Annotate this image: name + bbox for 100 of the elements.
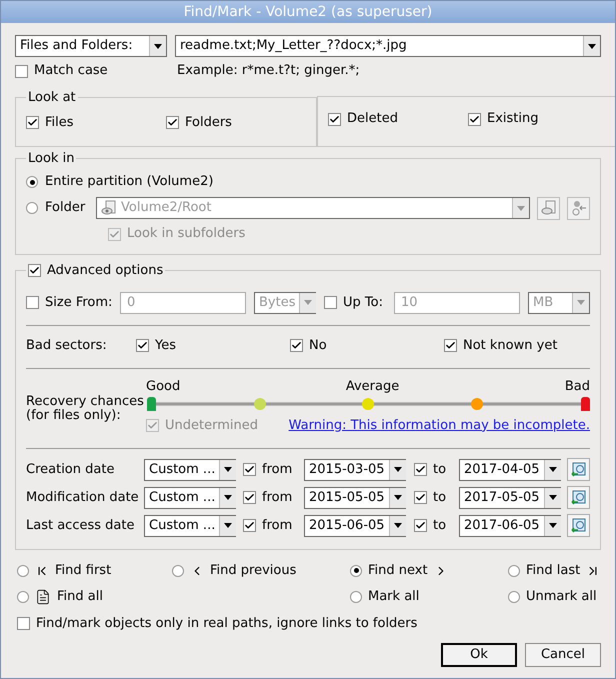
calendar-icon — [570, 518, 586, 534]
calendar-icon — [570, 490, 586, 506]
slider-thumb[interactable] — [147, 396, 156, 410]
checkbox-label: Existing — [487, 110, 538, 128]
browse-button[interactable] — [537, 196, 560, 220]
checkbox-label: Deleted — [347, 110, 398, 128]
date-preset-dropdown[interactable]: Custom ... — [144, 458, 236, 480]
checkbox-label: Find/mark objects only in real paths, ignore links to folders — [36, 614, 418, 632]
radio-button[interactable] — [350, 590, 362, 602]
dropdown-arrow-icon — [394, 523, 402, 528]
checkbox[interactable] — [414, 491, 427, 504]
checkbox[interactable] — [414, 519, 427, 532]
radio-button[interactable] — [350, 564, 362, 576]
checkbox[interactable] — [243, 491, 256, 504]
date-field[interactable]: 2017-05-05 — [459, 486, 561, 508]
label: Entire partition (Volume2) — [45, 173, 214, 192]
dropdown-arrow-icon — [304, 300, 312, 305]
checkbox-label: Advanced options — [47, 262, 164, 280]
radio-button[interactable] — [172, 564, 184, 576]
label: from — [261, 488, 294, 507]
person-arrow-icon — [570, 200, 586, 216]
checkbox-label: Files — [45, 114, 74, 132]
label: Find all — [57, 588, 103, 606]
label: Find previous — [210, 562, 296, 580]
checkbox-label: Folders — [185, 114, 232, 132]
checkbox[interactable] — [136, 339, 149, 352]
date-field[interactable]: 2017-04-05 — [459, 458, 561, 480]
label: Bad — [564, 378, 590, 394]
checkbox[interactable] — [17, 616, 30, 630]
dropdown-arrow-icon — [394, 467, 402, 472]
dropdown-arrow-icon — [517, 206, 525, 210]
reset-date-button[interactable] — [567, 486, 590, 509]
label: Bad sectors: — [26, 336, 108, 355]
radio-button[interactable] — [26, 202, 38, 214]
label: Good — [146, 378, 180, 394]
radio-button[interactable] — [26, 176, 38, 188]
search-type-dropdown[interactable]: Files and Folders: — [15, 35, 167, 57]
eye-document-icon — [540, 200, 556, 216]
go-button[interactable] — [567, 196, 590, 220]
reset-date-button[interactable] — [567, 458, 590, 481]
label: to — [432, 488, 448, 507]
label: Find first — [55, 562, 112, 580]
dropdown-arrow-icon — [224, 523, 232, 528]
checkbox-label: Not known yet — [463, 336, 558, 355]
dropdown-arrow-icon — [394, 495, 402, 500]
checkbox-label: Up To: — [343, 294, 383, 312]
checkbox[interactable] — [328, 112, 341, 126]
label: Mark all — [368, 588, 420, 606]
label: from — [261, 516, 294, 535]
label: Creation date — [26, 460, 116, 479]
warning-link[interactable]: Warning: This information may be incomplete. — [288, 416, 590, 436]
date-field[interactable]: 2015-06-05 — [304, 514, 406, 536]
checkbox-label: Match case — [34, 62, 108, 80]
calendar-icon — [570, 462, 586, 478]
dropdown-arrow-icon — [588, 44, 596, 48]
reset-date-button[interactable] — [567, 514, 590, 537]
checkbox[interactable] — [414, 463, 427, 476]
label: Unmark all — [526, 588, 597, 606]
checkbox[interactable] — [444, 339, 457, 352]
label: Folder — [45, 199, 86, 218]
checkbox[interactable] — [290, 339, 303, 352]
radio-button[interactable] — [17, 564, 29, 576]
checkbox[interactable] — [26, 116, 39, 129]
date-field[interactable]: 2017-06-05 — [459, 514, 561, 536]
date-field[interactable]: 2015-05-05 — [304, 486, 406, 508]
radio-button[interactable] — [508, 590, 520, 602]
dropdown-arrow-icon — [548, 495, 557, 500]
dropdown-arrow-icon — [224, 495, 232, 500]
date-field[interactable]: 2015-03-05 — [304, 458, 406, 480]
slider-thumb[interactable] — [581, 396, 590, 410]
label: to — [432, 516, 448, 535]
date-preset-dropdown[interactable]: Custom ... — [144, 514, 236, 536]
checkbox-label: Yes — [155, 336, 176, 355]
label: Find last — [526, 562, 580, 580]
name-pattern-dropdown[interactable]: readme.txt;My_Letter_??docx;*.jpg — [175, 35, 601, 57]
dropdown-arrow-icon — [154, 44, 162, 48]
radio-button[interactable] — [508, 564, 520, 576]
dropdown-arrow-icon — [548, 523, 557, 528]
checkbox-label: No — [309, 336, 327, 355]
label: Last access date — [26, 516, 136, 535]
cancel-button[interactable]: Cancel — [525, 643, 601, 667]
date-preset-dropdown[interactable]: Custom ... — [144, 486, 236, 508]
checkbox[interactable] — [28, 264, 41, 278]
checkbox[interactable] — [166, 116, 179, 129]
dropdown-arrow-icon — [548, 467, 557, 472]
radio-button[interactable] — [17, 590, 29, 602]
checkbox-label: Look in subfolders — [127, 225, 246, 244]
label: Average — [346, 378, 400, 394]
recovery-slider[interactable] — [146, 396, 590, 414]
checkbox[interactable] — [243, 519, 256, 532]
checkbox[interactable] — [243, 463, 256, 476]
ok-button[interactable]: Ok — [441, 643, 517, 667]
label: Modification date — [26, 488, 140, 507]
group-title: Look at — [27, 89, 77, 107]
checkbox[interactable] — [468, 112, 481, 126]
label: to — [432, 460, 448, 479]
label: from — [261, 460, 294, 479]
checkbox[interactable] — [15, 64, 28, 78]
folder-view-icon — [101, 200, 117, 216]
document-icon — [35, 588, 51, 604]
